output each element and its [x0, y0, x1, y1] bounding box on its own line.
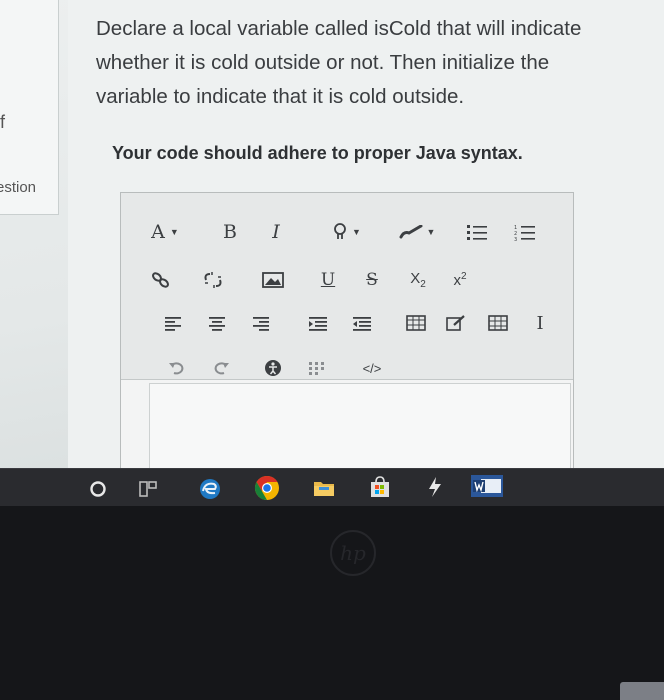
subscript-icon: X2: [410, 270, 426, 290]
chrome-button[interactable]: [254, 475, 280, 501]
chrome-icon: [254, 476, 279, 500]
rich-text-editor[interactable]: A ▼ B I ▼ ▼ 123 U S X2 x2 I </>: [120, 192, 574, 470]
prompt-line: variable to indicate that it is cold out…: [96, 85, 465, 108]
table-button[interactable]: [405, 313, 427, 333]
accessibility-button[interactable]: [263, 359, 283, 377]
paint-brush-button[interactable]: ▼: [393, 221, 441, 243]
unlink-icon: [204, 272, 222, 288]
nav-question-label[interactable]: estion: [0, 179, 36, 196]
undo-button[interactable]: [167, 359, 187, 377]
strikethrough-button[interactable]: S: [361, 269, 383, 291]
store-button[interactable]: [368, 475, 392, 499]
edit-icon: [446, 315, 465, 331]
align-left-button[interactable]: [163, 313, 183, 333]
editor-text-area[interactable]: [149, 383, 571, 470]
syntax-note: Your code should adhere to proper Java s…: [112, 143, 523, 163]
bulleted-list-button[interactable]: [465, 221, 489, 243]
start-button[interactable]: [88, 479, 108, 499]
indent-button[interactable]: [307, 313, 329, 333]
paint-brush-icon: [399, 225, 423, 239]
svg-text:3: 3: [514, 237, 517, 241]
underline-button[interactable]: U: [317, 269, 339, 291]
bulleted-list-icon: [467, 225, 487, 240]
chevron-down-icon: ▼: [352, 227, 361, 237]
align-center-icon: [209, 317, 225, 331]
nav-fragment-top: f: [0, 112, 6, 132]
laptop-sticker: [620, 682, 664, 700]
superscript-icon: x2: [453, 271, 466, 289]
start-icon: [90, 481, 106, 497]
italic-button[interactable]: I: [265, 221, 287, 243]
chevron-down-icon: ▼: [169, 227, 179, 237]
prompt-line: Declare a local variable called isCold t…: [96, 17, 582, 40]
align-left-icon: [165, 317, 181, 331]
highlight-icon: [334, 223, 346, 239]
bold-button[interactable]: B: [219, 221, 241, 243]
underline-icon: U: [320, 270, 336, 290]
font-color-icon: A: [151, 221, 165, 243]
image-button[interactable]: [261, 269, 285, 291]
numbered-list-icon: 123: [514, 225, 535, 241]
edge-icon: [200, 479, 220, 499]
superscript-mark: 2: [460, 271, 467, 282]
chevron-down-icon: ▼: [426, 227, 436, 237]
laptop-bezel: [0, 506, 664, 700]
align-right-button[interactable]: [251, 313, 271, 333]
redo-button[interactable]: [211, 359, 231, 377]
clear-format-button[interactable]: I: [531, 312, 549, 334]
windows-taskbar: [0, 468, 664, 507]
image-icon: [262, 272, 284, 288]
code-button[interactable]: </>: [359, 359, 385, 377]
clear-format-icon: I: [536, 312, 544, 334]
browser-screen: f estion Declare a local variable called…: [0, 0, 664, 470]
grid-button[interactable]: [487, 313, 509, 333]
edge-button[interactable]: [198, 477, 222, 501]
highlight-button[interactable]: ▼: [325, 221, 369, 243]
bold-icon: B: [223, 221, 237, 243]
superscript-base: x: [453, 272, 461, 289]
hp-logo-icon: hp: [330, 530, 376, 576]
redo-icon: [214, 362, 229, 375]
outdent-button[interactable]: [351, 313, 373, 333]
special-chars-icon: [309, 362, 324, 375]
edit-button[interactable]: [445, 313, 467, 333]
italic-icon: I: [272, 221, 280, 243]
undo-icon: [169, 362, 184, 375]
table-icon: [406, 315, 426, 331]
question-prompt: Declare a local variable called isCold t…: [96, 12, 626, 114]
strikethrough-icon: S: [366, 270, 378, 290]
font-color-button[interactable]: A ▼: [143, 221, 187, 243]
align-center-button[interactable]: [207, 313, 227, 333]
task-view-button[interactable]: [138, 479, 158, 499]
question-nav-panel[interactable]: f estion: [0, 0, 59, 215]
app-icon: [429, 477, 441, 497]
subscript-base: X: [410, 270, 421, 287]
prompt-line: whether it is cold outside or not. Then …: [96, 51, 550, 74]
file-explorer-icon: [314, 482, 334, 496]
subscript-mark: 2: [420, 279, 426, 290]
outdent-icon: [353, 317, 371, 331]
indent-icon: [309, 317, 327, 331]
special-chars-button[interactable]: [307, 359, 329, 377]
grid-icon: [488, 315, 508, 331]
link-icon: [152, 272, 169, 288]
editor-toolbar: A ▼ B I ▼ ▼ 123 U S X2 x2 I </>: [121, 193, 573, 380]
unlink-button[interactable]: [201, 269, 225, 291]
word-button[interactable]: [470, 473, 504, 499]
accessibility-icon: [265, 360, 281, 376]
superscript-button[interactable]: x2: [447, 269, 473, 291]
link-button[interactable]: [149, 269, 173, 291]
file-explorer-button[interactable]: [312, 477, 336, 499]
code-icon: </>: [362, 360, 382, 376]
store-icon: [371, 476, 389, 497]
subscript-button[interactable]: X2: [405, 269, 431, 291]
task-view-icon: [139, 481, 157, 497]
numbered-list-button[interactable]: 123: [513, 221, 537, 243]
align-right-icon: [253, 317, 269, 331]
word-icon: [471, 475, 503, 497]
app-button[interactable]: [424, 475, 446, 499]
